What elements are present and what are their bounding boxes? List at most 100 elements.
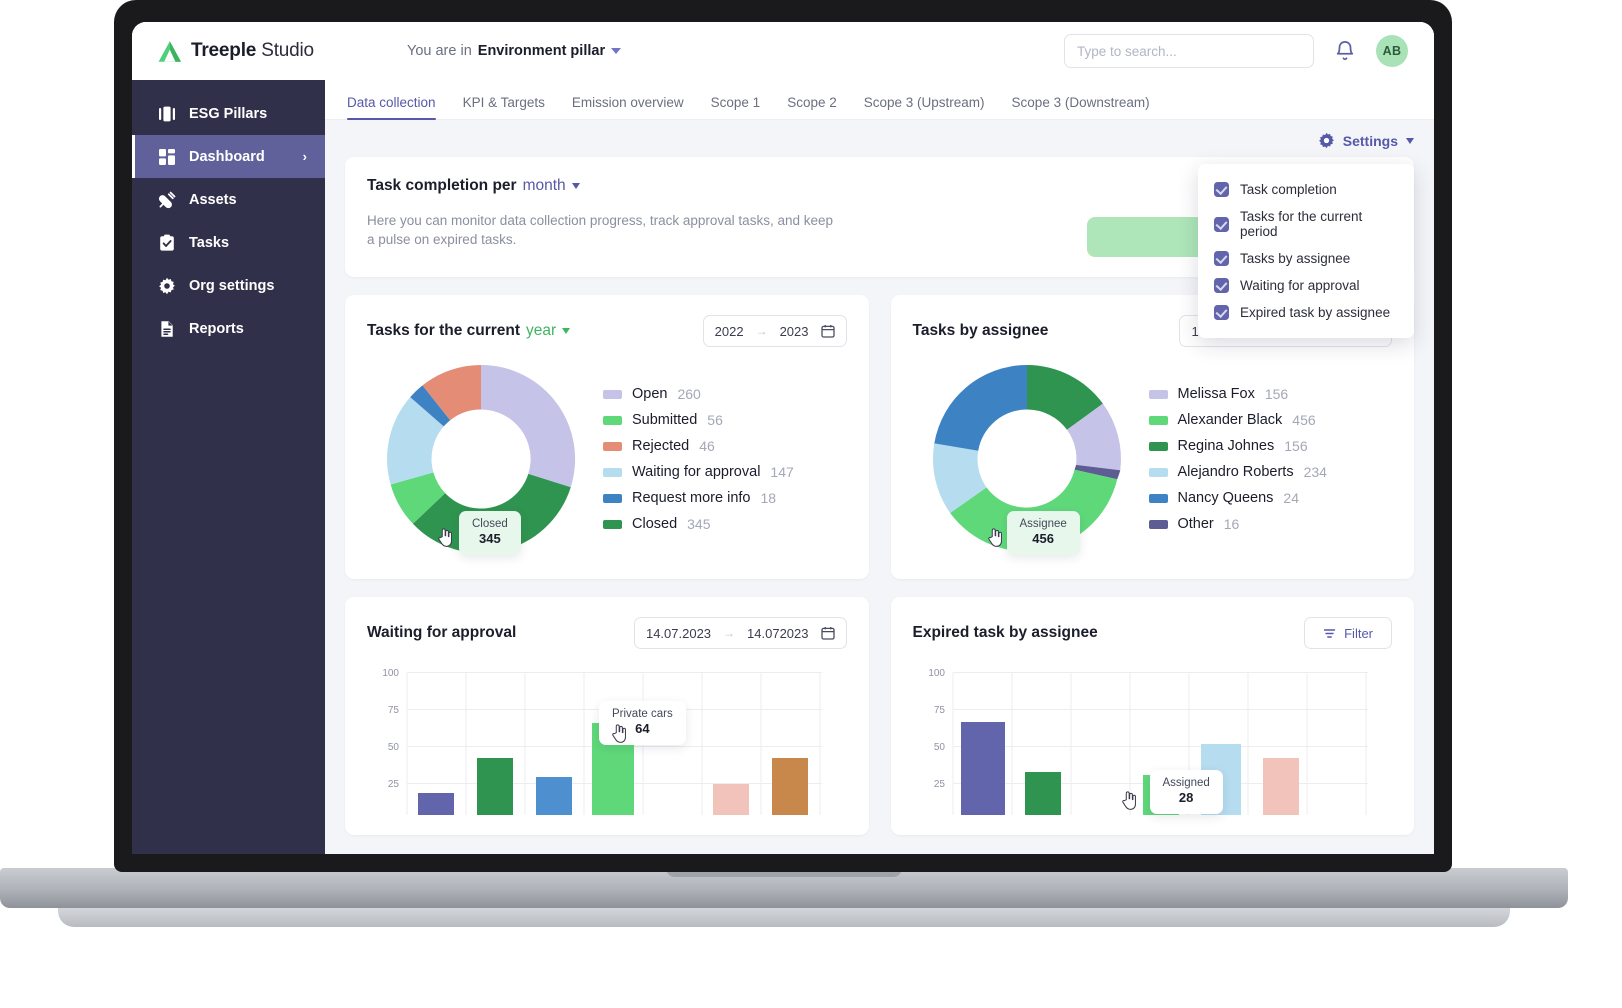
pillar-selector[interactable]: You are in Environment pillar bbox=[407, 43, 622, 59]
legend-item[interactable]: Melissa Fox 156 bbox=[1148, 386, 1393, 402]
tab-scope-2[interactable]: Scope 2 bbox=[787, 95, 837, 119]
svg-text:25: 25 bbox=[933, 779, 945, 790]
top-bar-actions: AB bbox=[1064, 34, 1408, 68]
checkbox-checked-icon[interactable] bbox=[1214, 251, 1229, 266]
tab-scope-1[interactable]: Scope 1 bbox=[711, 95, 761, 119]
card-header: Waiting for approval 14.07.2023 → 14.072… bbox=[367, 617, 847, 649]
calendar-icon bbox=[820, 627, 835, 640]
legend-value: 147 bbox=[770, 464, 794, 480]
sidebar-item-esg-pillars[interactable]: ESG Pillars bbox=[132, 92, 325, 135]
legend-label: Nancy Queens bbox=[1177, 490, 1274, 506]
settings-menu-item-waiting-for-approval[interactable]: Waiting for approval bbox=[1198, 272, 1414, 299]
tab-kpi-targets[interactable]: KPI & Targets bbox=[463, 95, 545, 119]
settings-menu-item-tasks-by-assignee[interactable]: Tasks by assignee bbox=[1198, 245, 1414, 272]
legend-item[interactable]: Other 16 bbox=[1148, 516, 1393, 532]
legend-label: Closed bbox=[632, 516, 678, 532]
legend-item[interactable]: Request more info 18 bbox=[603, 490, 847, 506]
date-from: 2022 bbox=[714, 323, 744, 339]
tab-scope-3-downstream[interactable]: Scope 3 (Downstream) bbox=[1012, 95, 1150, 119]
task-completion-description: Here you can monitor data collection pro… bbox=[367, 213, 833, 248]
sidebar-item-label: Assets bbox=[189, 191, 237, 208]
checkbox-checked-icon[interactable] bbox=[1214, 278, 1229, 293]
legend-item[interactable]: Alejandro Roberts 234 bbox=[1148, 464, 1393, 480]
date-from: 14.07.2023 bbox=[645, 625, 712, 641]
period-selector-value[interactable]: month bbox=[523, 177, 566, 195]
legend-item[interactable]: Regina Johnes 156 bbox=[1148, 438, 1393, 454]
donut-chart-svg bbox=[932, 365, 1121, 552]
chevron-down-icon[interactable] bbox=[571, 183, 580, 189]
sidebar-item-label: Dashboard bbox=[189, 148, 265, 165]
main-content: Data collection KPI & Targets Emission o… bbox=[325, 80, 1434, 854]
pillars-icon bbox=[158, 105, 176, 123]
legend-value: 156 bbox=[1284, 438, 1308, 454]
svg-text:100: 100 bbox=[928, 668, 945, 679]
brand-light: Studio bbox=[256, 40, 314, 61]
avatar[interactable]: AB bbox=[1376, 35, 1408, 67]
notification-bell-icon[interactable] bbox=[1334, 40, 1356, 62]
settings-menu-item-task-completion[interactable]: Task completion bbox=[1198, 176, 1414, 203]
settings-menu-item-tasks-current-period[interactable]: Tasks for the current period bbox=[1198, 203, 1414, 245]
settings-menu-item-expired-task-by-assignee[interactable]: Expired task by assignee bbox=[1198, 299, 1414, 326]
waiting-approval-chart[interactable]: 100 75 50 25 Private cars 64 bbox=[367, 665, 847, 815]
brand-logo[interactable]: Treeple Studio bbox=[158, 40, 393, 63]
sidebar-item-org-settings[interactable]: Org settings bbox=[132, 264, 325, 307]
legend-item[interactable]: Waiting for approval 147 bbox=[603, 464, 847, 480]
tasks-assignee-donut[interactable]: Assignee 456 bbox=[927, 359, 1127, 559]
legend-value: 24 bbox=[1283, 490, 1299, 506]
legend-item[interactable]: Closed 345 bbox=[603, 516, 847, 532]
legend-item[interactable]: Rejected 46 bbox=[603, 438, 847, 454]
brand-name: Treeple Studio bbox=[191, 40, 314, 62]
date-range-picker[interactable]: 2022 → 2023 bbox=[702, 315, 847, 347]
legend-value: 345 bbox=[687, 516, 711, 532]
tab-scope-3-upstream[interactable]: Scope 3 (Upstream) bbox=[864, 95, 985, 119]
tab-emission-overview[interactable]: Emission overview bbox=[572, 95, 684, 119]
settings-menu-item-label: Tasks for the current period bbox=[1240, 209, 1363, 239]
date-range-picker[interactable]: 14.07.2023 → 14.072023 bbox=[633, 617, 847, 649]
legend-label: Regina Johnes bbox=[1177, 438, 1275, 454]
brand-bold: Treeple bbox=[191, 40, 257, 61]
card-header: Expired task by assignee Filter bbox=[913, 617, 1392, 649]
legend-value: 156 bbox=[1264, 386, 1289, 402]
settings-label: Settings bbox=[1342, 132, 1398, 149]
bar-cards-row: Waiting for approval 14.07.2023 → 14.072… bbox=[345, 597, 1414, 835]
app-window: Treeple Studio You are in Environment pi… bbox=[132, 22, 1434, 854]
laptop-base bbox=[0, 868, 1568, 908]
sidebar-item-reports[interactable]: Reports bbox=[132, 307, 325, 350]
period-selector-value[interactable]: year bbox=[526, 322, 556, 340]
expired-assignee-chart[interactable]: 100 75 50 25 Assigned 28 bbox=[913, 665, 1393, 815]
settings-menu-item-label: Task completion bbox=[1240, 182, 1337, 197]
laptop-body: Treeple Studio You are in Environment pi… bbox=[114, 0, 1452, 872]
filter-label: Filter bbox=[1344, 625, 1373, 641]
checkbox-checked-icon[interactable] bbox=[1214, 182, 1229, 197]
arrow-right-icon: → bbox=[755, 324, 768, 338]
legend-item[interactable]: Alexander Black 456 bbox=[1148, 412, 1393, 428]
legend-label: Open bbox=[632, 386, 668, 402]
tasks-current-donut[interactable]: Closed 345 bbox=[381, 359, 581, 559]
chevron-down-icon[interactable] bbox=[562, 328, 571, 334]
arrow-right-icon: → bbox=[723, 626, 736, 640]
plug-icon bbox=[158, 191, 176, 209]
calendar-icon bbox=[820, 325, 835, 338]
legend-value: 234 bbox=[1303, 464, 1327, 480]
clipboard-check-icon bbox=[158, 234, 176, 252]
sidebar-item-dashboard[interactable]: Dashboard › bbox=[132, 135, 325, 178]
filter-button[interactable]: Filter bbox=[1304, 617, 1392, 649]
checkbox-checked-icon[interactable] bbox=[1214, 216, 1229, 232]
legend-item[interactable]: Submitted 56 bbox=[603, 412, 847, 428]
screenshot-stage: Treeple Studio You are in Environment pi… bbox=[0, 0, 1622, 1008]
task-completion-title: Task completion per month bbox=[367, 177, 1067, 195]
legend-item[interactable]: Open 260 bbox=[603, 386, 847, 402]
checkbox-checked-icon[interactable] bbox=[1214, 305, 1229, 320]
legend-label: Alexander Black bbox=[1177, 412, 1283, 428]
svg-text:50: 50 bbox=[388, 742, 400, 753]
document-icon bbox=[158, 320, 176, 338]
settings-button[interactable]: Settings bbox=[1318, 132, 1414, 149]
gear-icon bbox=[158, 277, 176, 295]
search-input[interactable] bbox=[1064, 34, 1314, 68]
mountain-triangle-logo-icon bbox=[158, 40, 181, 62]
sidebar-item-label: Tasks bbox=[189, 234, 230, 251]
sidebar-item-assets[interactable]: Assets bbox=[132, 178, 325, 221]
legend-item[interactable]: Nancy Queens 24 bbox=[1148, 490, 1393, 506]
sidebar-item-tasks[interactable]: Tasks bbox=[132, 221, 325, 264]
tab-data-collection[interactable]: Data collection bbox=[347, 95, 436, 120]
